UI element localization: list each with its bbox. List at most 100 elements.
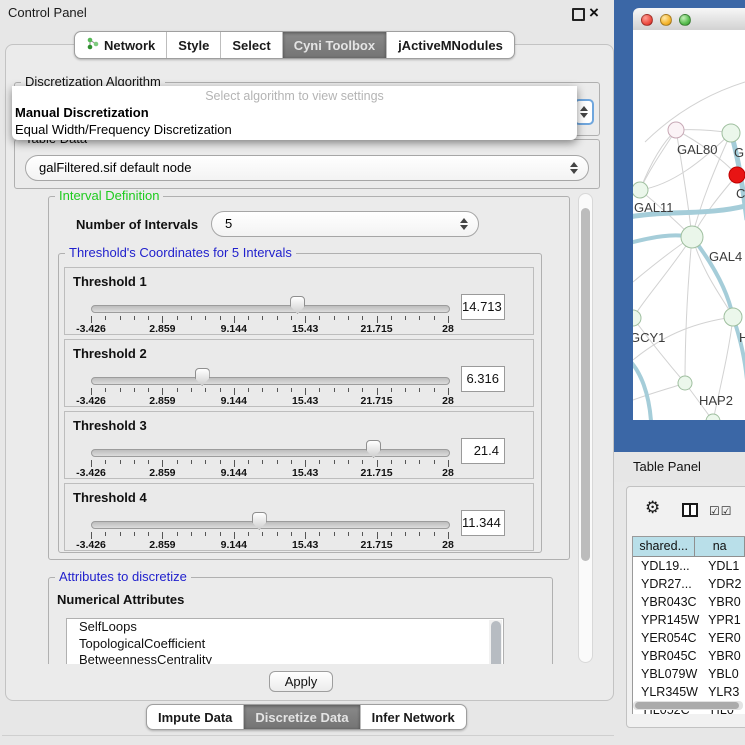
table-row[interactable]: YBR043CYBR0 [633,593,745,611]
table-cell-shared-name[interactable]: YBL079W [633,665,701,683]
tick-mark [205,460,206,464]
attribute-item-selfloops[interactable]: SelfLoops [67,619,503,636]
network-edge-thick[interactable] [633,360,651,420]
network-node-gal4[interactable] [681,226,703,248]
table-cell-name[interactable]: YBR0 [701,593,745,611]
table-cell-shared-name[interactable]: YLR345W [633,683,701,701]
table-horizontal-scrollbar-thumb[interactable] [635,702,739,709]
table-row[interactable]: YPR145WYPR1 [633,611,745,629]
tick-mark [434,316,435,320]
gear-icon[interactable]: ⚙ [645,498,660,518]
threshold-value-field[interactable]: 21.4 [461,438,505,464]
table-panel-title: Table Panel [633,452,701,482]
table-horizontal-scrollbar[interactable] [633,701,743,710]
threshold-slider-track[interactable] [91,521,450,529]
threshold-value-field[interactable]: 14.713 [461,294,505,320]
tab-discretize-data[interactable]: Discretize Data [243,705,359,729]
network-window-titlebar[interactable] [633,8,745,31]
table-cell-shared-name[interactable]: YPR145W [633,611,701,629]
column-header-shared-name[interactable]: shared... [633,537,695,556]
table-cell-shared-name[interactable]: YBR045C [633,647,701,665]
table-cell-shared-name[interactable]: YDR27... [633,575,701,593]
minimize-traffic-light-icon[interactable] [660,14,672,26]
network-node-gal80[interactable] [668,122,684,138]
threshold-panel-4: Threshold 4-3.4262.8599.14415.4321.71528… [64,483,534,551]
tick-label: -3.426 [76,395,106,407]
tick-mark [419,532,420,536]
tick-mark [334,460,335,464]
column-layout-icon[interactable] [682,503,698,517]
tick-mark [177,532,178,536]
tick-mark [348,532,349,536]
tab-infer-network[interactable]: Infer Network [360,705,466,729]
threshold-slider-track[interactable] [91,449,450,457]
tick-mark [405,460,406,464]
table-cell-name[interactable]: YER0 [701,629,745,647]
column-header-name[interactable]: na [695,537,745,556]
tab-impute-data[interactable]: Impute Data [147,705,243,729]
table-cell-name[interactable]: YDL1 [701,557,745,575]
attribute-item-betweennesscentrality[interactable]: BetweennessCentrality [67,652,503,664]
tab-style[interactable]: Style [166,32,220,58]
network-node-hap2[interactable] [678,376,692,390]
table-cell-name[interactable]: YBL0 [701,665,745,683]
tick-mark [391,460,392,464]
table-row[interactable]: YDL19...YDL1 [633,557,745,575]
algorithm-option-equal-width-frequency-discretization[interactable]: Equal Width/Frequency Discretization [15,122,232,137]
zoom-traffic-light-icon[interactable] [679,14,691,26]
close-icon[interactable]: × [589,1,599,25]
tick-mark [277,388,278,392]
network-edge[interactable] [633,383,685,400]
tick-mark [277,460,278,464]
table-cell-name[interactable]: YDR2 [701,575,745,593]
network-edge[interactable] [633,237,692,318]
table-cell-name[interactable]: YBR0 [701,647,745,665]
table-row[interactable]: YBL079WYBL0 [633,665,745,683]
network-node-gcy1[interactable] [633,310,641,326]
number-of-intervals-combo[interactable]: 5 [211,211,479,237]
network-edge-thick[interactable] [733,317,745,380]
network-canvas[interactable]: GAL80GCGAL11GAL4GCY1HHAP2 [633,30,745,420]
apply-button[interactable]: Apply [269,671,333,692]
attribute-item-topologicalcoefficient[interactable]: TopologicalCoefficient [67,636,503,653]
slider-tick-labels: -3.4262.8599.14415.4321.71528 [91,395,448,407]
threshold-value-field[interactable]: 6.316 [461,366,505,392]
table-cell-shared-name[interactable]: YDL19... [633,557,701,575]
table-cell-name[interactable]: YPR1 [701,611,745,629]
tick-label: 9.144 [221,539,247,551]
tick-mark [362,388,363,392]
threshold-slider-track[interactable] [91,377,450,385]
threshold-slider-track[interactable] [91,305,450,313]
network-edge[interactable] [640,130,676,190]
tab-network[interactable]: Network [75,32,166,58]
network-node-c[interactable] [729,167,745,183]
tab-select[interactable]: Select [220,32,281,58]
tab-jactivemnodules[interactable]: jActiveMNodules [386,32,514,58]
algorithm-option-manual-discretization[interactable]: Manual Discretization [15,105,149,120]
table-row[interactable]: YLR345WYLR3 [633,683,745,701]
settings-scrollbar[interactable] [578,193,593,663]
attributes-list-scrollbar[interactable] [489,620,502,664]
table-cell-shared-name[interactable]: YBR043C [633,593,701,611]
tab-cyni-toolbox[interactable]: Cyni Toolbox [282,32,386,58]
settings-scrollbar-thumb[interactable] [581,208,590,561]
threshold-value-field[interactable]: 11.344 [461,510,505,536]
table-data-combo[interactable]: galFiltered.sif default node [25,155,589,181]
tick-mark [334,316,335,320]
table-row[interactable]: YDR27...YDR2 [633,575,745,593]
algorithm-combo[interactable] [574,99,594,125]
tick-mark [220,316,221,320]
network-node-h[interactable] [724,308,742,326]
float-window-icon[interactable] [572,8,585,21]
close-traffic-light-icon[interactable] [641,14,653,26]
network-edge[interactable] [685,237,692,383]
network-graph[interactable]: GAL80GCGAL11GAL4GCY1HHAP2 [633,30,745,420]
tick-mark [220,532,221,536]
table-cell-name[interactable]: YLR3 [701,683,745,701]
table-row[interactable]: YBR045CYBR0 [633,647,745,665]
checkbox-filter-icons[interactable]: ☑☑ [709,503,733,519]
network-node-g[interactable] [722,124,740,142]
network-node-gal11[interactable] [633,182,648,198]
table-row[interactable]: YER054CYER0 [633,629,745,647]
table-cell-shared-name[interactable]: YER054C [633,629,701,647]
